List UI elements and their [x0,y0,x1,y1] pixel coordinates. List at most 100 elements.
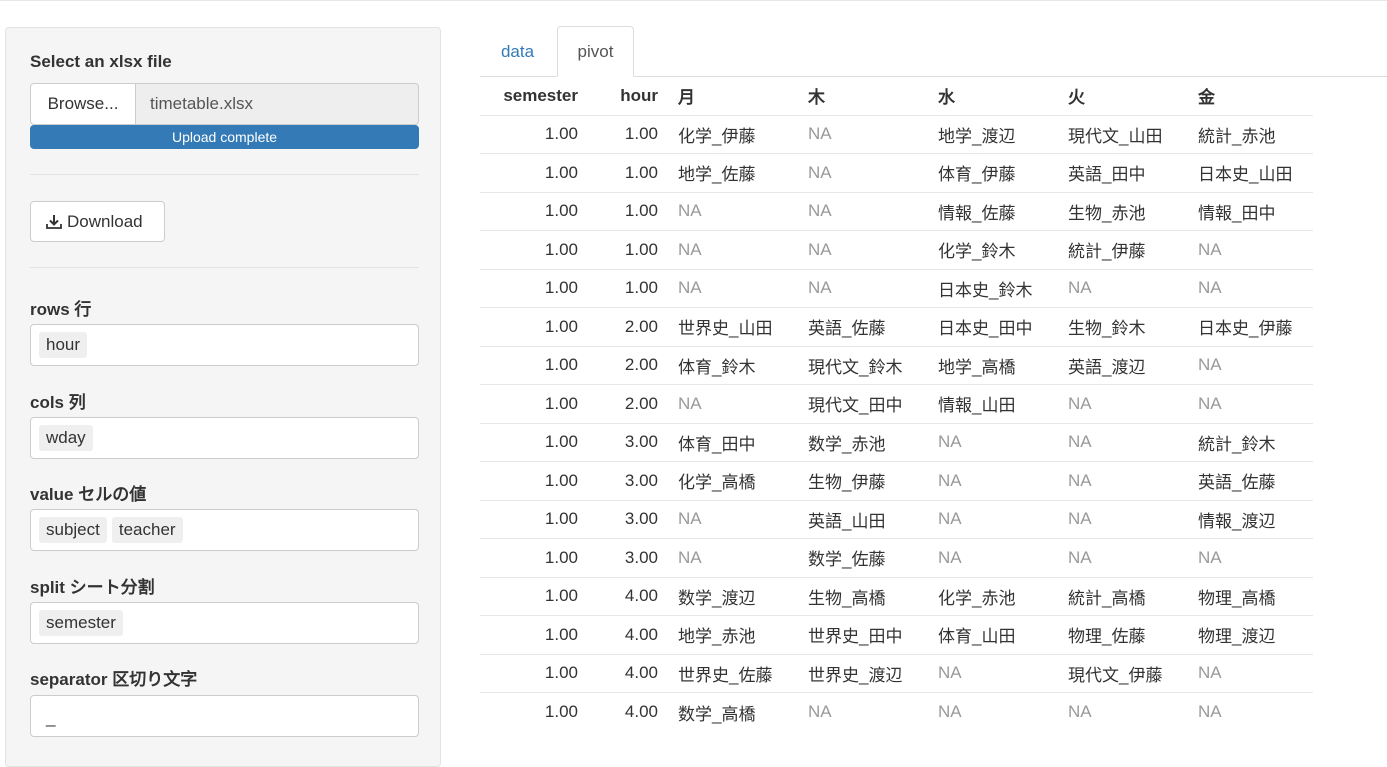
table-row: 1.00 3.00 NA 数学_佐藤 NA NA NA [480,538,1313,577]
table-cell: 体育_田中 [669,422,799,462]
table-cell: 地学_渡辺 [929,114,1059,154]
table-cell: 1.00 [480,615,587,654]
value-label: value セルの値 [30,485,147,504]
table-cell: 3.00 [587,499,669,539]
table-cell: 化学_高橋 [669,461,799,500]
table-cell: 地学_佐藤 [669,153,799,192]
table-cell: 1.00 [480,114,587,154]
table-cell: 英語_田中 [1059,153,1189,192]
cols-label: cols 列 [30,393,86,412]
table-cell: 統計_赤池 [1189,114,1313,154]
table-row: 1.00 3.00 化学_高橋 生物_伊藤 NA NA 英語_佐藤 [480,461,1313,500]
table-header-row: semester hour 月 木 水 火 金 [480,77,1313,116]
rows-label: rows 行 [30,300,92,319]
divider [30,267,419,268]
table-row: 1.00 1.00 NA NA 情報_佐藤 生物_赤池 情報_田中 [480,191,1313,231]
table-cell: 世界史_渡辺 [799,653,929,693]
table-cell: NA [1059,268,1189,308]
table-cell: 物理_渡辺 [1189,615,1313,654]
cols-chip[interactable]: wday [39,425,93,451]
table-cell: 1.00 [480,461,587,500]
table-cell: 1.00 [587,230,669,269]
table-cell: 3.00 [587,461,669,500]
table-row: 1.00 4.00 数学_高橋 NA NA NA NA [480,692,1313,731]
table-row: 1.00 1.00 NA NA 日本史_鈴木 NA NA [480,268,1313,308]
table-cell: NA [799,153,929,192]
table-cell: 世界史_佐藤 [669,653,799,693]
file-input-label: Select an xlsx file [30,52,172,71]
table-cell: NA [669,499,799,539]
table-cell: NA [1059,538,1189,577]
table-cell: 体育_鈴木 [669,345,799,385]
column-header[interactable]: hour [587,77,669,116]
table-cell: 3.00 [587,422,669,462]
table-cell: 統計_鈴木 [1189,422,1313,462]
table-cell: 日本史_伊藤 [1189,307,1313,346]
divider [30,174,419,175]
value-chip[interactable]: teacher [111,517,183,543]
table-cell: 1.00 [480,191,587,231]
tab-pivot[interactable]: pivot [557,26,634,77]
rows-chip[interactable]: hour [39,332,88,358]
table-cell: NA [1059,499,1189,539]
table-row: 1.00 2.00 体育_鈴木 現代文_鈴木 地学_高橋 英語_渡辺 NA [480,345,1313,385]
cols-select[interactable]: wday [30,417,419,459]
table-cell: 英語_佐藤 [799,307,929,346]
table-cell: 1.00 [480,268,587,308]
sidebar-panel: Select an xlsx file Browse... timetable.… [5,27,441,767]
table-cell: 生物_高橋 [799,576,929,616]
column-header[interactable]: semester [480,77,587,116]
file-input: Browse... timetable.xlsx [30,83,419,125]
download-button[interactable]: Download [30,201,165,242]
table-cell: NA [929,499,1059,539]
table-cell: 現代文_鈴木 [799,345,929,385]
table-cell: NA [669,384,799,423]
value-chip[interactable]: subject [39,517,107,543]
download-label: Download [67,211,143,231]
tab-data[interactable]: data [480,26,555,77]
table-cell: NA [1059,384,1189,423]
table-cell: 世界史_山田 [669,307,799,346]
table-cell: 1.00 [480,230,587,269]
column-header[interactable]: 火 [1059,77,1189,116]
download-icon [46,214,62,229]
table-cell: 英語_渡辺 [1059,345,1189,385]
table-cell: 体育_山田 [929,615,1059,654]
table-row: 1.00 1.00 NA NA 化学_鈴木 統計_伊藤 NA [480,230,1313,269]
browse-button[interactable]: Browse... [30,83,136,125]
column-header[interactable]: 金 [1189,77,1313,116]
split-select[interactable]: semester [30,602,419,644]
column-header[interactable]: 木 [799,77,929,116]
table-cell: 1.00 [480,422,587,462]
split-label: split シート分割 [30,578,155,597]
table-cell: 1.00 [587,191,669,231]
table-cell: 1.00 [480,384,587,423]
table-cell: 情報_渡辺 [1189,499,1313,539]
table-cell: 化学_鈴木 [929,230,1059,269]
table-row: 1.00 3.00 体育_田中 数学_赤池 NA NA 統計_鈴木 [480,422,1313,462]
column-header[interactable]: 水 [929,77,1059,116]
table-cell: 2.00 [587,307,669,346]
table-cell: 1.00 [480,538,587,577]
table-cell: 英語_山田 [799,499,929,539]
file-name-field[interactable]: timetable.xlsx [135,83,419,125]
table-cell: NA [669,230,799,269]
separator-input[interactable]: _ [30,695,419,737]
table-cell: NA [1189,538,1313,577]
table-row: 1.00 3.00 NA 英語_山田 NA NA 情報_渡辺 [480,499,1313,539]
table-cell: 物理_佐藤 [1059,615,1189,654]
top-border [0,0,1387,1]
rows-select[interactable]: hour [30,324,419,366]
table-cell: 数学_赤池 [799,422,929,462]
value-select[interactable]: subject teacher [30,509,419,551]
table-cell: 1.00 [480,153,587,192]
table-row: 1.00 4.00 世界史_佐藤 世界史_渡辺 NA 現代文_伊藤 NA [480,653,1313,693]
table-row: 1.00 2.00 世界史_山田 英語_佐藤 日本史_田中 生物_鈴木 日本史_伊藤 [480,307,1313,346]
column-header[interactable]: 月 [669,77,799,116]
table-cell: 1.00 [480,499,587,539]
table-cell: 化学_赤池 [929,576,1059,616]
table-cell: 1.00 [587,153,669,192]
tab-bar: data pivot [480,26,1387,77]
table-cell: NA [799,268,929,308]
split-chip[interactable]: semester [39,610,123,636]
